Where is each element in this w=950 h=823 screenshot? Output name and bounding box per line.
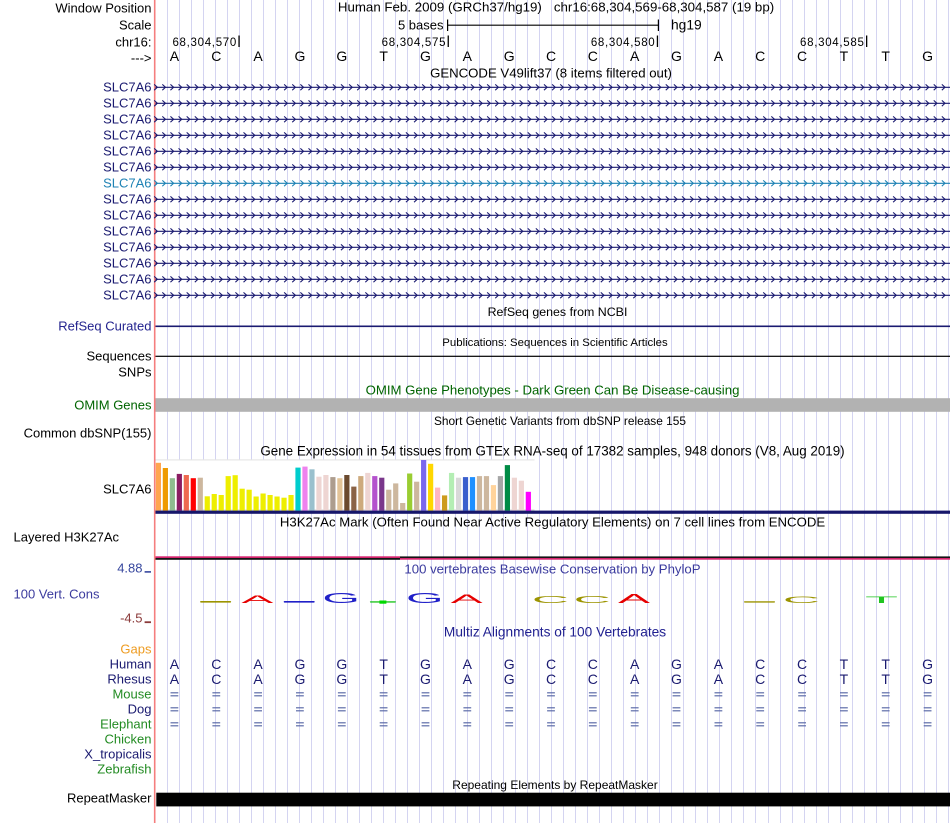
svg-text:G: G [671,48,682,64]
svg-text:A: A [253,671,263,687]
svg-text:C: C [783,595,820,605]
svg-text:A: A [451,593,484,606]
svg-text:G: G [922,48,933,64]
svg-text:C: C [574,594,611,605]
svg-text:G: G [322,590,360,606]
svg-text:T: T [379,48,388,64]
svg-text:C: C [588,671,598,687]
svg-text:A: A [714,656,724,672]
svg-text:C: C [797,671,807,687]
svg-text:C: C [755,656,765,672]
svg-text:G: G [294,656,305,672]
svg-text:C: C [211,656,221,672]
svg-text:T: T [881,671,890,687]
svg-text:T: T [881,656,890,672]
svg-text:A: A [463,48,473,64]
svg-text:G: G [504,671,515,687]
svg-text:A: A [714,671,724,687]
svg-text:A: A [714,48,724,64]
svg-text:A: A [630,671,640,687]
svg-text:G: G [294,671,305,687]
svg-text:C: C [797,656,807,672]
svg-text:G: G [336,656,347,672]
svg-text:G: G [294,48,305,64]
svg-text:A: A [170,656,180,672]
svg-text:68,304,580: 68,304,580 [591,37,656,49]
svg-text:T: T [379,656,388,672]
svg-text:A: A [630,656,640,672]
svg-text:G: G [504,656,515,672]
svg-text:G: G [336,671,347,687]
svg-text:C: C [546,48,556,64]
svg-text:68,304,585: 68,304,585 [800,37,865,49]
svg-text:C: C [588,48,598,64]
svg-text:G: G [420,48,431,64]
svg-text:A: A [170,671,180,687]
svg-text:T: T [865,595,898,606]
svg-text:A: A [170,48,180,64]
svg-text:68,304,575: 68,304,575 [382,37,447,49]
svg-text:C: C [211,48,221,64]
svg-text:G: G [420,671,431,687]
svg-text:G: G [504,48,515,64]
svg-text:G: G [671,671,682,687]
svg-text:A: A [241,593,274,605]
svg-text:C: C [797,48,807,64]
svg-text:C: C [546,671,556,687]
svg-text:G: G [336,48,347,64]
svg-text:A: A [618,592,651,606]
svg-text:C: C [588,656,598,672]
svg-text:T: T [840,48,849,64]
svg-text:A: A [630,48,640,64]
svg-text:T: T [840,671,849,687]
svg-text:T: T [840,656,849,672]
svg-text:T: T [881,48,890,64]
svg-text:T: T [379,671,388,687]
svg-text:G: G [406,590,444,606]
svg-text:A: A [253,48,263,64]
svg-text:G: G [922,656,933,672]
svg-text:G: G [420,656,431,672]
svg-text:A: A [463,671,473,687]
svg-text:A: A [253,656,263,672]
svg-text:G: G [671,656,682,672]
svg-text:C: C [546,656,556,672]
svg-text:G: G [922,671,933,687]
svg-text:C: C [211,671,221,687]
svg-text:C: C [532,594,569,605]
svg-text:C: C [755,671,765,687]
svg-text:68,304,570: 68,304,570 [172,37,237,49]
svg-text:A: A [463,656,473,672]
svg-text:C: C [755,48,765,64]
